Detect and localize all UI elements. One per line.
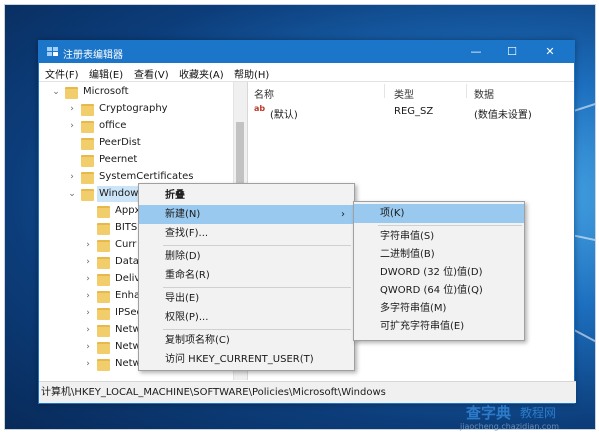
status-bar-path: 计算机\HKEY_LOCAL_MACHINE\SOFTWARE\Policies…: [39, 381, 576, 403]
folder-icon: [81, 189, 94, 201]
folder-icon: [97, 223, 110, 235]
tree-node-label: BITS: [115, 222, 138, 233]
menu-item-export[interactable]: 导出(E): [139, 289, 354, 308]
watermark-url: jiaocheng.chazidian.com: [460, 422, 560, 431]
folder-icon: [97, 308, 110, 320]
menu-item-copy-key-name[interactable]: 复制项名称(C): [139, 331, 354, 350]
menu-separator: [163, 329, 351, 330]
watermark-brand: 查字典: [466, 404, 512, 422]
chevron-right-icon[interactable]: ›: [83, 322, 93, 338]
menu-view[interactable]: 查看(V): [134, 66, 169, 81]
tree-node-label: office: [99, 120, 127, 131]
new-submenu: 项(K) 字符串值(S) 二进制值(B) DWORD (32 位)值(D) QW…: [353, 201, 525, 341]
menu-item-find[interactable]: 查找(F)...: [139, 224, 354, 243]
folder-icon: [81, 104, 94, 116]
tree-node-label: Curr: [115, 239, 137, 250]
menu-file[interactable]: 文件(F): [45, 66, 79, 81]
tree-node[interactable]: › office: [39, 118, 229, 134]
value-name: (默认): [270, 110, 298, 121]
chevron-right-icon[interactable]: ›: [83, 237, 93, 253]
folder-icon: [81, 172, 94, 184]
chevron-right-icon[interactable]: ›: [83, 356, 93, 372]
tree-node-label: Cryptography: [99, 103, 168, 114]
ab-icon: ab: [254, 104, 266, 113]
folder-icon: [97, 206, 110, 218]
menu-item-collapse[interactable]: 折叠: [139, 186, 354, 205]
chevron-down-icon[interactable]: ⌄: [67, 186, 77, 202]
tree-node-label: Deliv: [115, 273, 141, 284]
menu-help[interactable]: 帮助(H): [234, 66, 269, 81]
title-bar[interactable]: 注册表编辑器 — ☐ ✕: [39, 41, 574, 63]
column-header-name[interactable]: 名称: [254, 86, 274, 101]
menu-item-delete[interactable]: 删除(D): [139, 247, 354, 266]
menu-separator: [163, 287, 351, 288]
maximize-button[interactable]: ☐: [495, 41, 529, 63]
chevron-right-icon[interactable]: ›: [83, 305, 93, 321]
watermark-suffix: 教程网: [520, 406, 557, 420]
submenu-item-multi-string[interactable]: 多字符串值(M): [354, 299, 524, 318]
column-header-type[interactable]: 类型: [394, 86, 414, 101]
tree-node-microsoft[interactable]: ⌄ Microsoft: [39, 84, 229, 100]
menu-separator: [378, 225, 522, 226]
menu-item-rename[interactable]: 重命名(R): [139, 266, 354, 285]
chevron-right-icon[interactable]: ›: [83, 271, 93, 287]
value-type: REG_SZ: [394, 106, 434, 117]
tree-node-label: Enha: [115, 290, 141, 301]
tree-node-label: Netw: [115, 324, 141, 335]
tree-node-label: Data: [115, 256, 139, 267]
folder-icon: [97, 291, 110, 303]
folder-icon: [65, 87, 78, 99]
minimize-button[interactable]: —: [459, 41, 493, 63]
submenu-item-qword[interactable]: QWORD (64 位)值(Q): [354, 281, 524, 300]
folder-icon: [81, 138, 94, 150]
tree-node-label: Netw: [115, 358, 141, 369]
chevron-right-icon[interactable]: ›: [67, 101, 77, 117]
chevron-right-icon[interactable]: ›: [67, 169, 77, 185]
folder-icon: [97, 257, 110, 269]
submenu-arrow-icon: ›: [341, 209, 345, 220]
menu-item-goto-hkcu[interactable]: 访问 HKEY_CURRENT_USER(T): [139, 350, 354, 369]
folder-icon: [81, 155, 94, 167]
context-menu: 折叠 新建(N) › 查找(F)... 删除(D) 重命名(R) 导出(E) 权…: [138, 183, 355, 371]
folder-icon: [97, 359, 110, 371]
column-divider[interactable]: [384, 84, 385, 98]
menu-favorites[interactable]: 收藏夹(A): [179, 66, 224, 81]
chevron-down-icon[interactable]: ⌄: [51, 84, 61, 100]
tree-node[interactable]: PeerDist: [39, 135, 229, 151]
folder-icon: [97, 342, 110, 354]
folder-icon: [81, 121, 94, 133]
tree-node-label: Peernet: [99, 154, 138, 165]
column-header-data[interactable]: 数据: [474, 86, 494, 101]
desktop-background: 注册表编辑器 — ☐ ✕ 文件(F) 编辑(E) 查看(V) 收藏夹(A) 帮助…: [4, 4, 596, 430]
chevron-right-icon[interactable]: ›: [83, 339, 93, 355]
tree-node-label: Microsoft: [83, 86, 129, 97]
tree-node-label: Netw: [115, 341, 141, 352]
column-divider[interactable]: [466, 84, 467, 98]
tree-node-label: Appx: [115, 205, 141, 216]
window-title: 注册表编辑器: [63, 50, 123, 61]
folder-icon: [97, 240, 110, 252]
submenu-item-string[interactable]: 字符串值(S): [354, 227, 524, 246]
submenu-item-dword[interactable]: DWORD (32 位)值(D): [354, 263, 524, 282]
submenu-item-expandable-string[interactable]: 可扩充字符串值(E): [354, 317, 524, 336]
menu-separator: [163, 245, 351, 246]
chevron-right-icon[interactable]: ›: [83, 288, 93, 304]
submenu-item-binary[interactable]: 二进制值(B): [354, 245, 524, 264]
chevron-right-icon[interactable]: ›: [83, 254, 93, 270]
folder-icon: [97, 325, 110, 337]
tree-node[interactable]: Peernet: [39, 152, 229, 168]
submenu-item-key[interactable]: 项(K): [354, 204, 524, 223]
folder-icon: [97, 274, 110, 286]
registry-editor-icon: [47, 47, 58, 56]
menu-item-new[interactable]: 新建(N) ›: [139, 205, 354, 224]
tree-node-label: PeerDist: [99, 137, 141, 148]
menu-edit[interactable]: 编辑(E): [89, 66, 123, 81]
menu-bar: 文件(F) 编辑(E) 查看(V) 收藏夹(A) 帮助(H): [39, 63, 574, 82]
chevron-right-icon[interactable]: ›: [67, 118, 77, 134]
close-button[interactable]: ✕: [533, 41, 567, 63]
tree-node[interactable]: › Cryptography: [39, 101, 229, 117]
value-data: (数值未设置): [474, 110, 532, 121]
menu-item-permissions[interactable]: 权限(P)...: [139, 308, 354, 327]
